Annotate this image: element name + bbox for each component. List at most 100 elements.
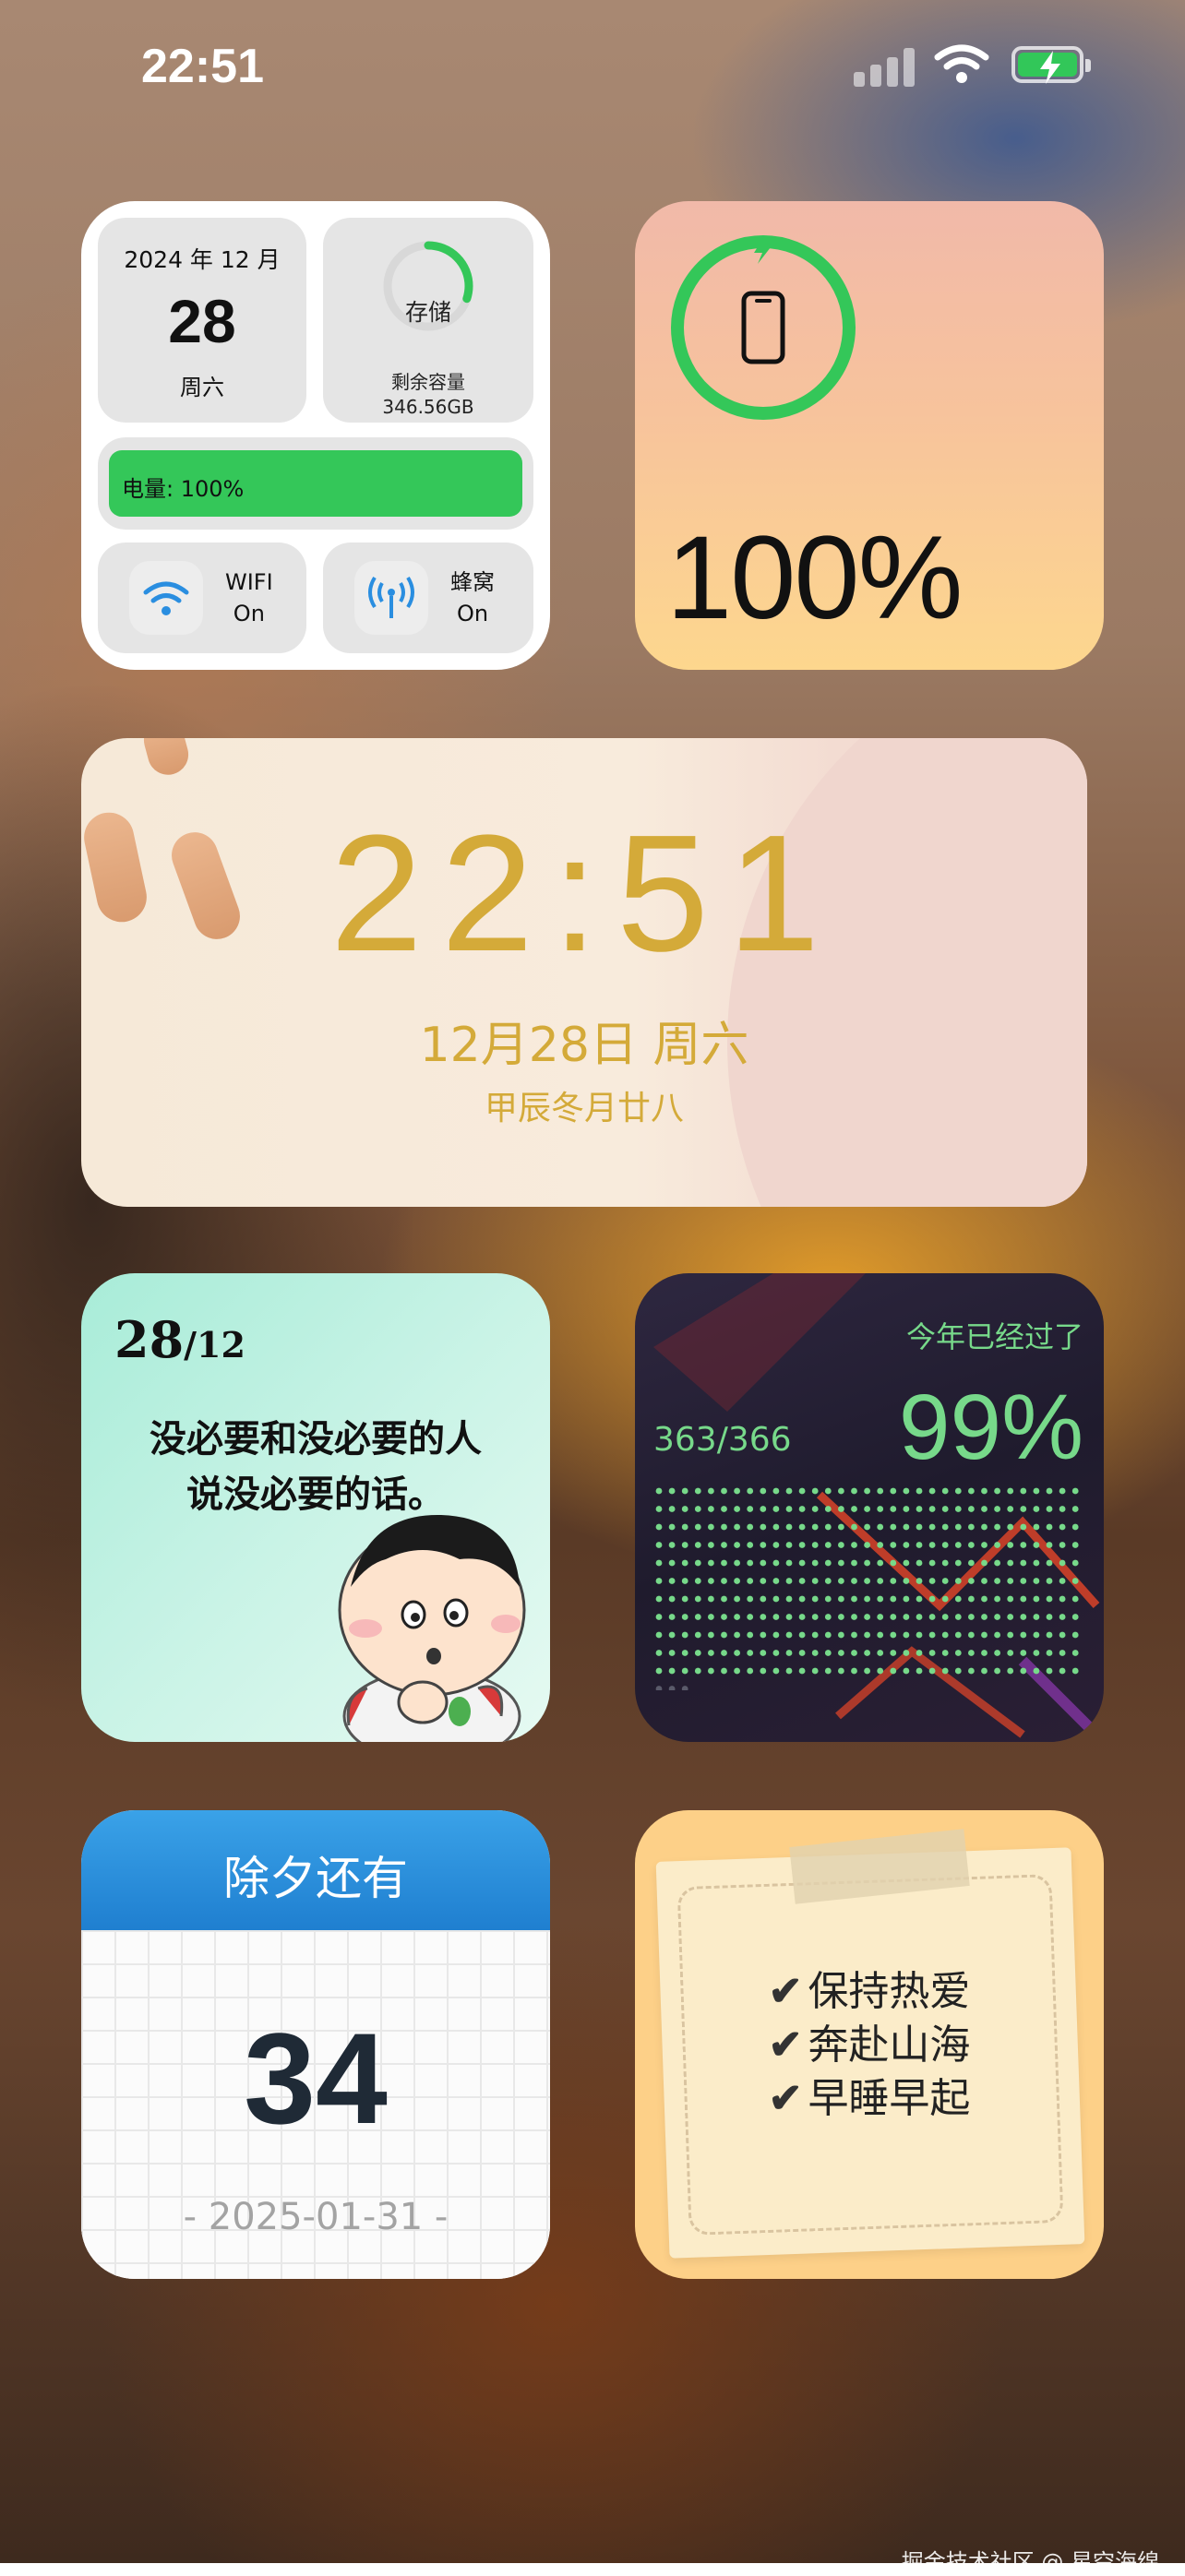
year-day-dot [968, 1614, 975, 1620]
cartoon-character-image [338, 1514, 526, 1742]
note-item: ✔ 奔赴山海 [768, 2021, 971, 2069]
finger-decoration [138, 738, 194, 780]
year-day-dot [1033, 1595, 1040, 1603]
note-widget[interactable]: ✔ 保持热爱 ✔ 奔赴山海 ✔ 早睡早起 [635, 1810, 1104, 2279]
year-day-dot [1020, 1650, 1027, 1656]
battery-label: 电量: 100% [122, 476, 245, 502]
clock-widget[interactable]: 22:51 12月28日 周六 甲辰冬月廿八 [81, 738, 1087, 1207]
year-day-dot [941, 1487, 949, 1495]
year-day-dot [1020, 1506, 1027, 1512]
status-bar: 22:51 [0, 0, 1185, 138]
cellular-tile[interactable]: 蜂窝 On [323, 543, 533, 653]
quote-widget[interactable]: 28/12 没必要和没必要的人 说没必要的话。 [81, 1273, 550, 1742]
year-day-dot [655, 1595, 663, 1603]
year-day-dot [708, 1559, 714, 1567]
year-day-dot [1071, 1506, 1079, 1512]
year-day-dot [890, 1614, 897, 1620]
year-day-dot [811, 1631, 819, 1639]
year-day-dot [1046, 1559, 1053, 1567]
year-day-dot [1007, 1523, 1014, 1531]
year-day-dot [981, 1667, 988, 1675]
year-day-dot [655, 1631, 663, 1639]
year-day-dot [668, 1506, 676, 1512]
year-day-dot [721, 1667, 727, 1675]
year-day-dot [994, 1595, 1000, 1603]
battery-bar: 电量: 100% [109, 450, 522, 517]
year-day-dot [838, 1506, 844, 1512]
year-day-dot [772, 1542, 780, 1548]
year-day-dot [1033, 1542, 1040, 1548]
year-day-dot [877, 1506, 884, 1512]
year-day-dot [954, 1523, 962, 1531]
wifi-tile[interactable]: WIFI On [98, 543, 306, 653]
year-day-dot [981, 1559, 988, 1567]
storage-capacity: 346.56GB [382, 396, 474, 418]
year-day-dot [1007, 1631, 1014, 1639]
year-day-dot [954, 1595, 962, 1603]
year-day-dot [1020, 1614, 1027, 1620]
year-day-dot [747, 1559, 754, 1567]
year-progress-widget[interactable]: 今年已经过了 363/366 99% [635, 1273, 1104, 1742]
year-day-dot [708, 1650, 714, 1656]
year-day-dot [772, 1506, 780, 1512]
year-day-dot [668, 1650, 676, 1656]
year-day-dot [1059, 1631, 1066, 1639]
year-day-dot [851, 1506, 857, 1512]
year-day-dot [1007, 1559, 1014, 1567]
year-day-dot [954, 1631, 962, 1639]
year-day-dot [681, 1631, 688, 1639]
note-item: ✔ 保持热爱 [768, 1968, 971, 2015]
year-day-dot [760, 1578, 767, 1584]
countdown-header: 除夕还有 [81, 1810, 550, 1930]
year-day-dot [1033, 1559, 1040, 1567]
year-day-dot [681, 1614, 688, 1620]
year-day-dot [708, 1578, 714, 1584]
year-day-dot [916, 1595, 923, 1603]
wifi-icon [934, 44, 989, 83]
year-day-dot [747, 1506, 754, 1512]
battery-icon [1011, 46, 1091, 84]
year-day-dot [1071, 1542, 1079, 1548]
year-day-dot [734, 1559, 740, 1567]
year-day-dot [1046, 1614, 1053, 1620]
year-day-dot [877, 1631, 884, 1639]
year-day-dot [785, 1542, 793, 1548]
countdown-widget[interactable]: 除夕还有 34 - 2025-01-31 - [81, 1810, 550, 2279]
wifi-toggle-icon [129, 561, 203, 635]
year-day-dot [1033, 1667, 1040, 1675]
year-day-dot [916, 1631, 923, 1639]
cellular-state: On [456, 601, 489, 626]
year-day-dot [721, 1523, 727, 1531]
year-day-dot [1046, 1667, 1053, 1675]
year-day-dot [668, 1595, 676, 1603]
system-info-widget[interactable]: 2024 年 12 月 28 周六 存储 剩余容量 346.56GB 电量: 1… [81, 201, 550, 670]
year-day-dot [1007, 1667, 1014, 1675]
year-day-dot [655, 1523, 663, 1531]
clock-time: 22:51 [329, 801, 839, 986]
year-day-dot [1046, 1506, 1053, 1512]
year-day-dot [928, 1487, 936, 1495]
note-list: ✔ 保持热爱 ✔ 奔赴山海 ✔ 早睡早起 [635, 1965, 1104, 2126]
year-day-dot [1007, 1506, 1014, 1512]
year-day-dot [760, 1595, 767, 1603]
year-day-dot [864, 1542, 870, 1548]
battery-widget[interactable]: 100% [635, 201, 1104, 670]
year-dot-grid [655, 1487, 1079, 1690]
year-day-dot [785, 1614, 793, 1620]
year-day-dot [681, 1506, 688, 1512]
year-day-dot [1020, 1542, 1027, 1548]
year-day-dot [681, 1686, 688, 1690]
year-day-dot [1059, 1595, 1066, 1603]
year-day-dot [916, 1578, 923, 1584]
year-day-dot [1020, 1631, 1027, 1639]
year-day-dot [798, 1523, 806, 1531]
year-day-dot [668, 1578, 676, 1584]
year-day-dot [1007, 1650, 1014, 1656]
year-day-dot [747, 1650, 754, 1656]
year-day-dot [838, 1487, 844, 1495]
year-day-dot [916, 1523, 923, 1531]
year-day-dot [928, 1631, 936, 1639]
year-day-dot [721, 1631, 727, 1639]
year-day-dot [1059, 1614, 1066, 1620]
year-day-dot [681, 1650, 688, 1656]
